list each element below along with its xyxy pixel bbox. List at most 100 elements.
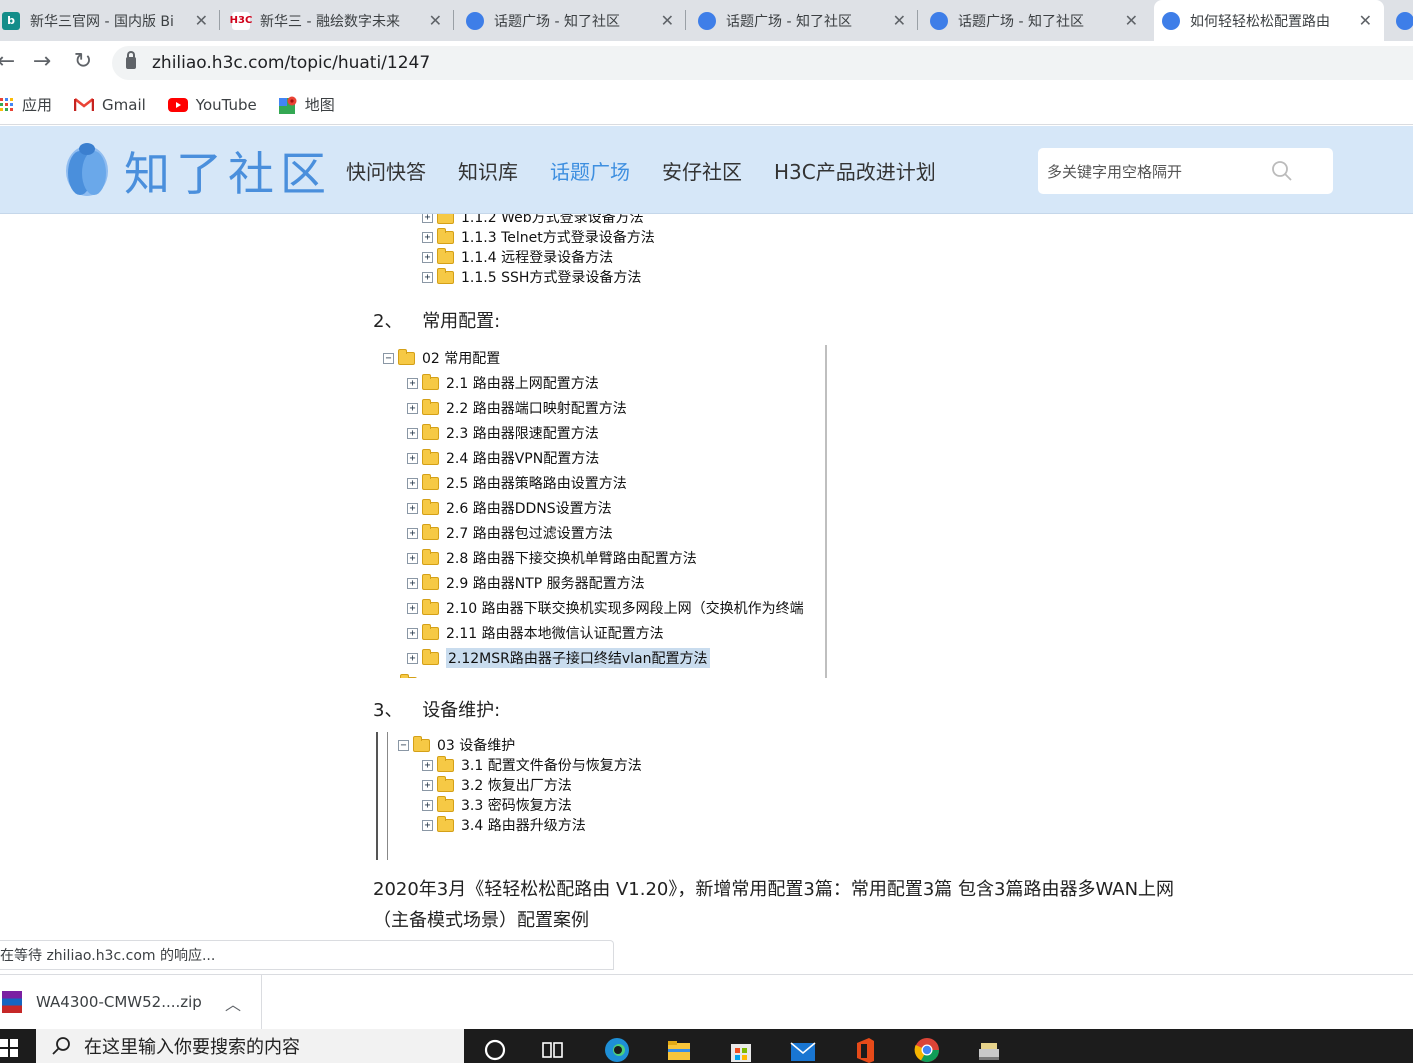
tab-1[interactable]: b 新华三官网 - 国内版 Bi ✕ (0, 0, 220, 41)
tree-row: +2.9 路由器NTP 服务器配置方法 (407, 573, 645, 593)
tab-overflow[interactable] (1388, 0, 1413, 41)
tab-separator (219, 10, 220, 30)
folder-icon (422, 648, 439, 665)
expand-icon: + (407, 552, 418, 564)
expand-icon: + (422, 214, 433, 223)
search-icon[interactable] (1271, 160, 1293, 182)
mail-icon[interactable] (790, 1037, 816, 1063)
bookmark-apps[interactable]: 应用 (0, 94, 52, 115)
tree-row-label: 1.1.4 远程登录设备方法 (461, 250, 614, 266)
tab-separator (917, 10, 918, 30)
bookmark-maps[interactable]: 地图 (278, 94, 335, 115)
paragraph-line: 2020年3月《轻轻松松配路由 V1.20》，新增常用配置3篇：常用配置3篇 包… (373, 879, 1175, 900)
expand-icon: + (407, 452, 418, 464)
maps-icon (278, 96, 297, 114)
tree-row-label: 2.4 路由器VPN配置方法 (446, 451, 600, 467)
nav-kuaiwen[interactable]: 快问快答 (346, 156, 426, 185)
windows-start-icon[interactable] (0, 1039, 18, 1057)
tree-root-row: − 02 常用配置 (383, 348, 500, 368)
expand-icon: + (407, 652, 418, 664)
tree-row-label: 2.7 路由器包过滤设置方法 (446, 526, 613, 542)
bookmark-label: 应用 (22, 96, 53, 114)
tab-3[interactable]: 话题广场 - 知了社区 ✕ (458, 0, 686, 41)
chrome-icon[interactable] (914, 1037, 940, 1063)
folder-icon (422, 473, 439, 490)
nav-anzai-community[interactable]: 安仔社区 (662, 156, 742, 185)
tab-5[interactable]: 话题广场 - 知了社区 ✕ (922, 0, 1150, 41)
address-bar[interactable]: zhiliao.h3c.com/topic/huati/1247 (112, 46, 1413, 80)
download-item[interactable]: WA4300-CMW52....zip ︿ (0, 975, 262, 1029)
expand-icon: + (422, 799, 433, 811)
cicada-logo-icon[interactable] (64, 141, 110, 197)
bookmark-youtube[interactable]: YouTube (167, 95, 257, 114)
chevron-up-icon[interactable]: ︿ (225, 991, 241, 1015)
cortana-icon[interactable] (482, 1037, 508, 1063)
close-icon[interactable]: ✕ (1125, 11, 1138, 30)
forward-icon[interactable]: → (28, 49, 56, 74)
tree-row-label: 3.2 恢复出厂方法 (461, 778, 572, 794)
close-icon[interactable]: ✕ (1359, 11, 1372, 30)
bing-icon: b (2, 11, 20, 30)
task-view-icon[interactable] (540, 1037, 566, 1063)
tab-title: 新华三 - 融绘数字未来 (260, 13, 400, 30)
tree-row: +2.12MSR路由器子接口终结vlan配置方法 (407, 648, 710, 668)
bookmark-gmail[interactable]: Gmail (74, 96, 146, 114)
folder-icon (422, 623, 439, 640)
close-icon[interactable]: ✕ (195, 11, 208, 30)
folder-icon (422, 523, 439, 540)
section-number: 2、 (373, 311, 403, 332)
site-logo-text[interactable]: 知了社区 (124, 138, 332, 204)
tree-row-label: 2.6 路由器DDNS设置方法 (446, 501, 612, 517)
section-heading: 3、 设备维护: (373, 696, 500, 722)
search-input[interactable]: 多关键字用空格隔开 (1047, 161, 1182, 182)
download-filename[interactable]: WA4300-CMW52....zip (36, 993, 202, 1011)
nav-product-improvement[interactable]: H3C产品改进计划 (774, 156, 936, 185)
folder-icon (422, 548, 439, 565)
tab-title: 话题广场 - 知了社区 (958, 13, 1084, 30)
expand-icon: + (422, 819, 433, 831)
bookmark-label: 地图 (304, 96, 335, 114)
tree-row: + 3.2 恢复出厂方法 (422, 775, 572, 795)
lock-icon[interactable] (126, 51, 136, 69)
store-icon[interactable] (728, 1037, 754, 1063)
tab-active[interactable]: 如何轻轻松松配置路由 ✕ (1154, 0, 1384, 41)
expand-icon: + (407, 402, 418, 414)
tree-row: +2.3 路由器限速配置方法 (407, 423, 599, 443)
expand-icon: + (407, 627, 418, 639)
reload-icon[interactable]: ↻ (69, 49, 97, 74)
close-icon[interactable]: ✕ (429, 11, 442, 30)
tree-image-maintenance: − 03 设备维护 + 3.1 配置文件备份与恢复方法 + 3.2 恢复出厂方法… (376, 732, 676, 860)
nav-knowledge-base[interactable]: 知识库 (458, 156, 518, 185)
taskbar-search[interactable]: 在这里输入你要搜索的内容 (36, 1029, 464, 1063)
download-bar: WA4300-CMW52....zip ︿ (0, 974, 1413, 1029)
taskbar-search-input[interactable]: 在这里输入你要搜索的内容 (84, 1033, 300, 1059)
article-content: + 1.1.2 Web方式登录设备方法 + 1.1.3 Telnet方式登录设备… (0, 214, 1413, 1029)
site-search[interactable]: 多关键字用空格隔开 (1038, 148, 1333, 194)
close-icon[interactable]: ✕ (661, 11, 674, 30)
back-icon[interactable]: ← (0, 49, 20, 74)
edge-icon[interactable] (604, 1037, 630, 1063)
office-icon[interactable] (852, 1037, 878, 1063)
expand-icon: + (422, 251, 433, 263)
tree-row-label: 2.3 路由器限速配置方法 (446, 426, 599, 442)
section-number: 3、 (373, 700, 403, 721)
tab-4[interactable]: 话题广场 - 知了社区 ✕ (690, 0, 918, 41)
tree-row: +2.2 路由器端口映射配置方法 (407, 398, 627, 418)
file-explorer-icon[interactable] (666, 1037, 692, 1063)
article-paragraph: 2020年3月《轻轻松松配路由 V1.20》，新增常用配置3篇：常用配置3篇 包… (373, 874, 1253, 936)
section-title: 设备维护: (422, 700, 501, 721)
folder-icon (437, 755, 454, 772)
tab-title: 如何轻轻松松配置路由 (1190, 13, 1330, 30)
nav-topic-square[interactable]: 话题广场 (550, 156, 630, 185)
network-drive-icon[interactable] (976, 1037, 1002, 1063)
tab-2[interactable]: H3C 新华三 - 融绘数字未来 ✕ (224, 0, 454, 41)
gmail-icon (74, 98, 95, 111)
close-icon[interactable]: ✕ (893, 11, 906, 30)
folder-open-icon (413, 735, 430, 752)
expand-icon: + (422, 779, 433, 791)
bookmark-label: YouTube (195, 95, 257, 114)
folder-icon (437, 227, 454, 244)
paragraph-line: （主备模式场景）配置案例 (373, 910, 589, 931)
url-text[interactable]: zhiliao.h3c.com/topic/huati/1247 (152, 53, 430, 73)
image-border (376, 732, 378, 860)
